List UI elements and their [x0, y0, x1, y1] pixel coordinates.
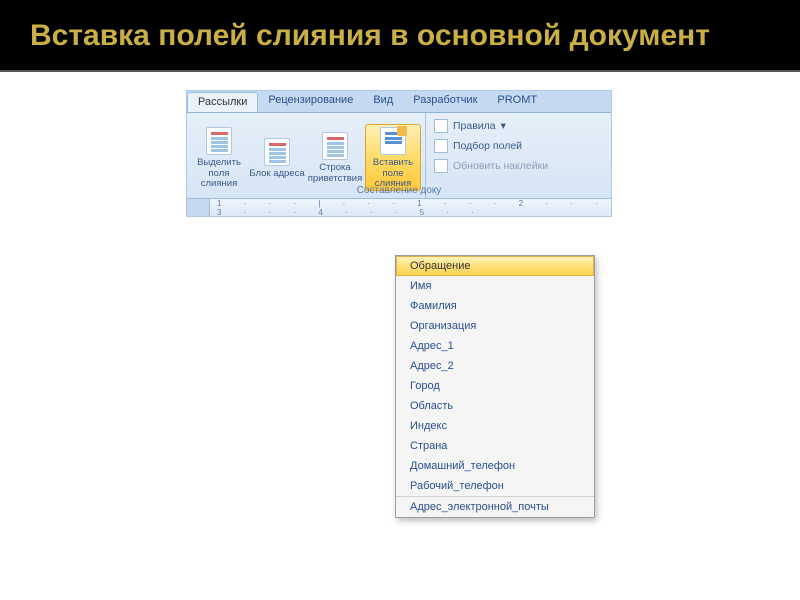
group-label: Составление доку — [187, 185, 611, 196]
field-item-indeks[interactable]: Индекс — [396, 416, 594, 436]
tab-view[interactable]: Вид — [363, 91, 403, 112]
update-labels-button[interactable]: Обновить наклейки — [434, 159, 548, 173]
address-block-button[interactable]: Блок адреса — [249, 136, 305, 180]
button-label: Блок адреса — [249, 169, 304, 180]
tab-developer[interactable]: Разработчик — [403, 91, 487, 112]
content-area: Рассылки Рецензирование Вид Разработчик … — [0, 72, 800, 217]
merge-field-dropdown: Обращение Имя Фамилия Организация Адрес_… — [395, 255, 595, 518]
field-item-email[interactable]: Адрес_электронной_почты — [396, 496, 594, 517]
tab-promt[interactable]: PROMT — [487, 91, 547, 112]
merge-field-icon — [380, 127, 406, 155]
document-icon — [264, 138, 290, 166]
document-icon — [206, 127, 232, 155]
document-icon — [322, 132, 348, 160]
match-icon — [434, 139, 448, 153]
side-label: Обновить наклейки — [453, 160, 548, 172]
field-item-dom-telefon[interactable]: Домашний_телефон — [396, 456, 594, 476]
greeting-line-button[interactable]: Строка приветствия — [307, 130, 363, 185]
field-item-familiya[interactable]: Фамилия — [396, 296, 594, 316]
field-item-gorod[interactable]: Город — [396, 376, 594, 396]
slide-header: Вставка полей слияния в основной докумен… — [0, 0, 800, 72]
field-item-organizatsiya[interactable]: Организация — [396, 316, 594, 336]
field-item-adres-2[interactable]: Адрес_2 — [396, 356, 594, 376]
field-item-obrashchenie[interactable]: Обращение — [396, 256, 594, 276]
slide-title: Вставка полей слияния в основной докумен… — [30, 18, 770, 54]
update-icon — [434, 159, 448, 173]
field-item-oblast[interactable]: Область — [396, 396, 594, 416]
tab-review[interactable]: Рецензирование — [258, 91, 363, 112]
chevron-down-icon: ▾ — [501, 120, 506, 132]
match-fields-button[interactable]: Подбор полей — [434, 139, 548, 153]
ribbon-tabs: Рассылки Рецензирование Вид Разработчик … — [187, 91, 611, 113]
button-label: Строка приветствия — [307, 163, 363, 185]
rules-icon — [434, 119, 448, 133]
ruler: 1 · · · | · · · 1 · · · 2 · · · 3 · · · … — [187, 198, 611, 216]
field-item-adres-1[interactable]: Адрес_1 — [396, 336, 594, 356]
side-label: Правила — [453, 120, 496, 132]
field-item-imya[interactable]: Имя — [396, 276, 594, 296]
tab-mailings[interactable]: Рассылки — [187, 92, 258, 112]
ribbon: Выделить поля слияния Блок адреса Строка… — [187, 113, 611, 198]
rules-button[interactable]: Правила ▾ — [434, 119, 548, 133]
side-label: Подбор полей — [453, 140, 522, 152]
field-item-strana[interactable]: Страна — [396, 436, 594, 456]
word-ribbon-window: Рассылки Рецензирование Вид Разработчик … — [186, 90, 612, 217]
highlight-merge-fields-button[interactable]: Выделить поля слияния — [191, 125, 247, 191]
group-write-insert: Выделить поля слияния Блок адреса Строка… — [187, 113, 426, 198]
insert-merge-field-button[interactable]: Вставить поле слияния — [365, 124, 421, 192]
field-item-rab-telefon[interactable]: Рабочий_телефон — [396, 476, 594, 496]
